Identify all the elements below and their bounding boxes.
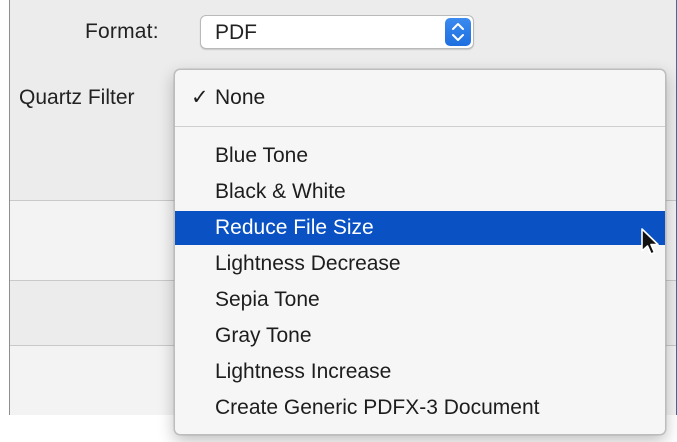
menu-item-sepia-tone[interactable]: Sepia Tone [175,283,665,317]
menu-item-create-generic-pdfx3[interactable]: Create Generic PDFX-3 Document [175,391,665,425]
format-label: Format: [85,20,159,43]
menu-item-blue-tone[interactable]: Blue Tone [175,139,665,173]
menu-item-label: None [215,86,266,109]
up-down-chevron-icon[interactable] [445,18,471,46]
menu-item-lightness-increase[interactable]: Lightness Increase [175,355,665,389]
menu-item-lightness-decrease[interactable]: Lightness Decrease [175,247,665,281]
format-value: PDF [215,21,257,44]
menu-item-reduce-file-size[interactable]: Reduce File Size [175,211,665,245]
format-popup-button[interactable]: PDF [200,15,474,49]
quartz-filter-label: Quartz Filter [19,86,135,109]
menu-item-gray-tone[interactable]: Gray Tone [175,319,665,353]
menu-separator [175,126,665,127]
menu-item-black-white[interactable]: Black & White [175,175,665,209]
checkmark-icon: ✓ [191,86,209,109]
quartz-filter-menu: ✓ None Blue Tone Black & White Reduce Fil… [174,69,666,435]
menu-item-none[interactable]: ✓ None [175,81,665,115]
arrow-cursor-icon [641,228,659,255]
